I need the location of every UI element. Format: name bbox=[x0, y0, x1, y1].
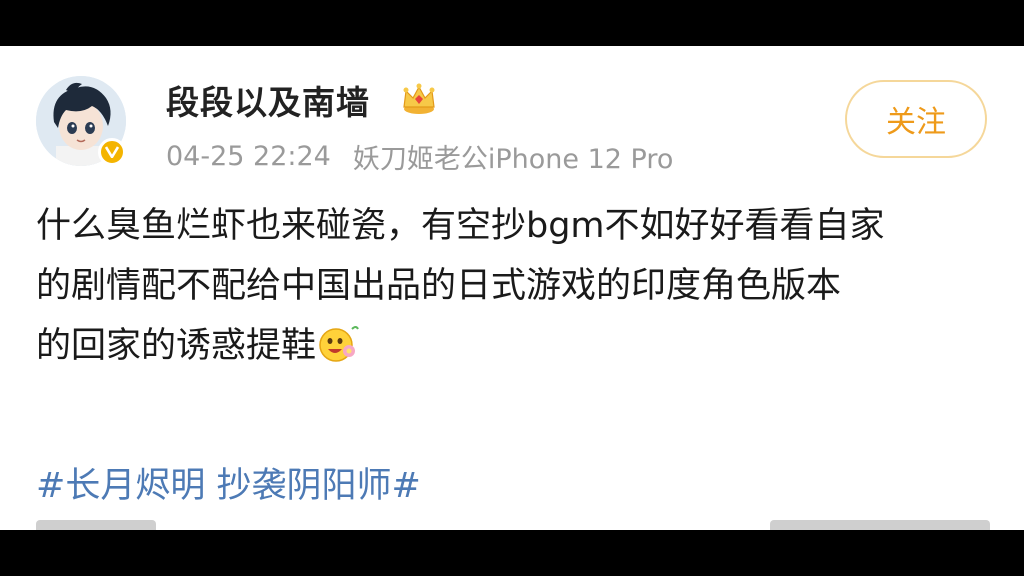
post-body-text: 的回家的诱惑提鞋 bbox=[36, 326, 317, 366]
post-meta: 04-25 22:24 妖刀姬老公iPhone 12 Pro bbox=[166, 136, 673, 176]
avatar[interactable] bbox=[36, 76, 126, 166]
letterbox-bottom bbox=[0, 530, 1024, 576]
hashtag-link[interactable]: #长月烬明 抄袭阴阳师# bbox=[36, 454, 421, 510]
post-body-line: 的回家的诱惑提鞋 bbox=[36, 316, 996, 376]
partial-cut-off-text-left bbox=[36, 518, 156, 530]
letterbox-top bbox=[0, 0, 1024, 46]
verified-v-icon bbox=[98, 138, 126, 166]
weibo-post-card: 段段以及南墙 04-25 22:24 妖刀姬老公iPhone 12 Pro 关注… bbox=[0, 46, 1024, 530]
post-body: 什么臭鱼烂虾也来碰瓷，有空抄bgm不如好好看看自家 的剧情配不配给中国出品的日式… bbox=[36, 196, 996, 376]
follow-button[interactable]: 关注 bbox=[845, 80, 987, 158]
post-timestamp: 04-25 22:24 bbox=[166, 140, 331, 172]
post-body-line: 的剧情配不配给中国出品的日式游戏的印度角色版本 bbox=[36, 266, 842, 306]
post-source: 妖刀姬老公iPhone 12 Pro bbox=[352, 143, 674, 175]
partial-cut-off-text-right bbox=[770, 518, 990, 530]
post-body-line: 什么臭鱼烂虾也来碰瓷，有空抄bgm不如好好看看自家 bbox=[36, 206, 885, 246]
crown-icon bbox=[400, 79, 438, 117]
flower-face-emoji-icon bbox=[316, 321, 360, 365]
username[interactable]: 段段以及南墙 bbox=[166, 78, 370, 122]
